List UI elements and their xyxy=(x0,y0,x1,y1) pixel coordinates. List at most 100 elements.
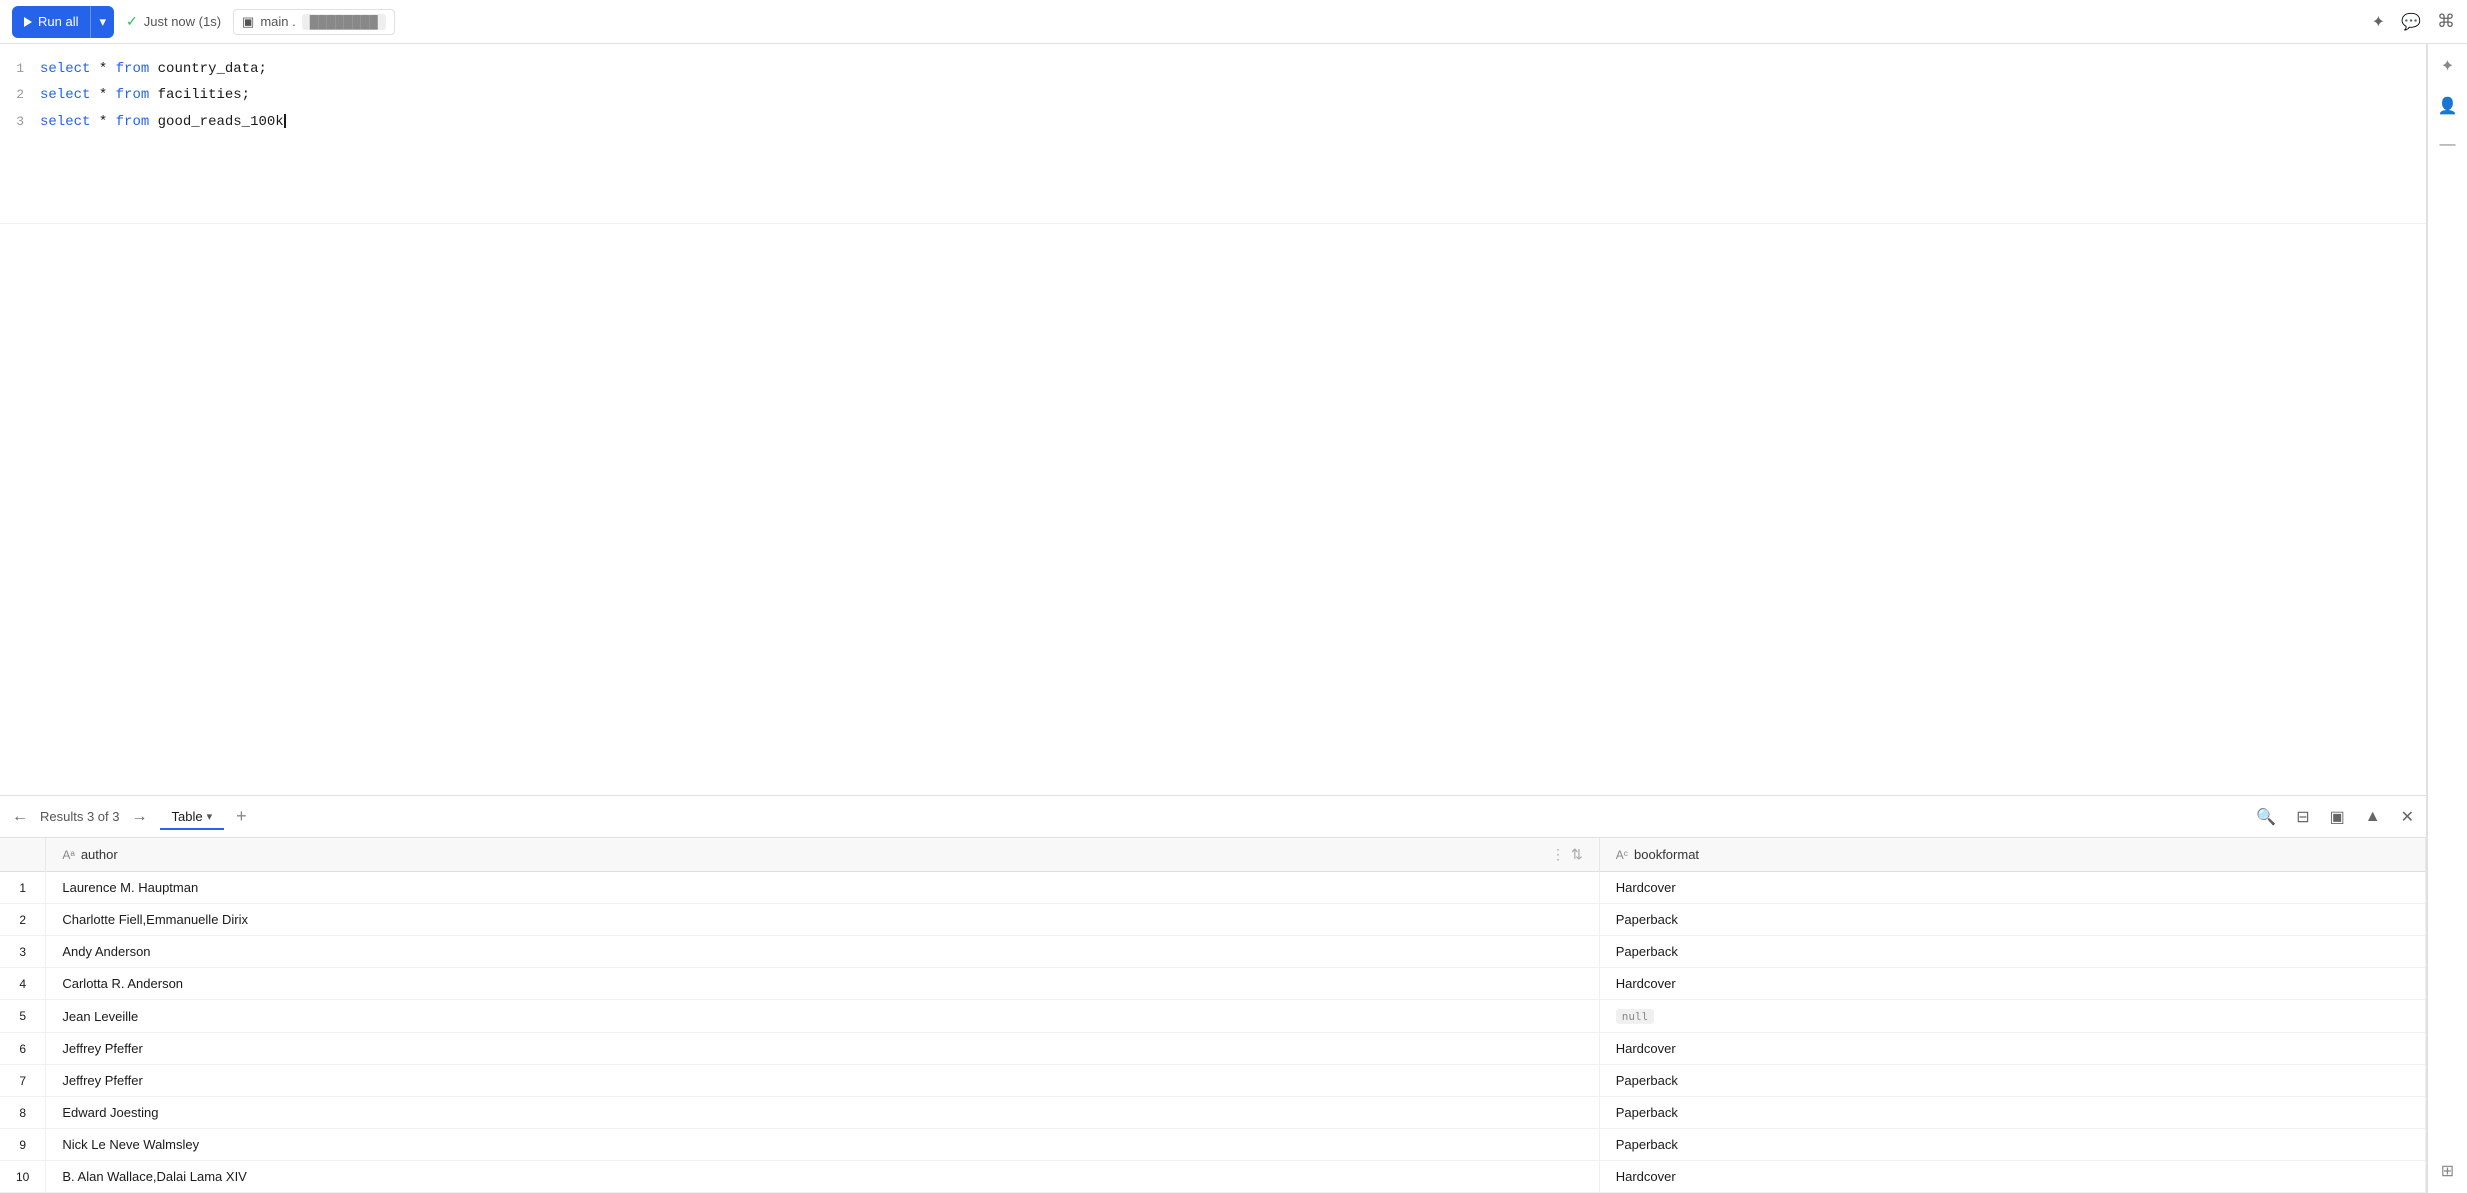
bookformat-cell: Hardcover xyxy=(1599,872,2425,904)
minus-sidebar-icon[interactable]: — xyxy=(2440,136,2456,154)
author-cell: Laurence M. Hauptman xyxy=(46,872,1599,904)
run-all-label: Run all xyxy=(38,14,78,29)
status-label: Just now (1s) xyxy=(144,14,221,29)
toolbar-right: ✦ 💬 ⌘ xyxy=(2372,11,2455,32)
run-all-button[interactable]: Run all ▾ xyxy=(12,6,114,38)
code-line-3: 3 select * from good_reads_100k xyxy=(0,109,2426,135)
close-results-button[interactable]: ✕ xyxy=(2397,803,2418,831)
right-sidebar: ✦ 👤 — ⊞ xyxy=(2427,44,2467,1193)
table-row: 9Nick Le Neve WalmsleyPaperback xyxy=(0,1129,2426,1161)
bookformat-cell: Paperback xyxy=(1599,1129,2425,1161)
bookformat-column-header[interactable]: Aᶜ bookformat xyxy=(1599,838,2425,872)
author-cell: Edward Joesting xyxy=(46,1097,1599,1129)
row-number: 6 xyxy=(0,1033,46,1065)
table-row: 5Jean Leveille null xyxy=(0,1000,2426,1033)
bookformat-cell: Paperback xyxy=(1599,936,2425,968)
bookformat-cell: Paperback xyxy=(1599,1097,2425,1129)
check-icon: ✓ xyxy=(126,13,138,30)
line-number-1: 1 xyxy=(0,59,40,80)
table-row: 3Andy AndersonPaperback xyxy=(0,936,2426,968)
results-next-button[interactable]: → xyxy=(128,804,152,830)
main-container: 1 select * from country_data; 2 select *… xyxy=(0,44,2467,1193)
row-number: 2 xyxy=(0,904,46,936)
null-badge: null xyxy=(1616,1009,1655,1024)
data-table-container[interactable]: Aᵃ author ⋮ ⇅ Aᶜ bookformat xyxy=(0,838,2426,1193)
table-body: 1Laurence M. HauptmanHardcover2Charlotte… xyxy=(0,872,2426,1193)
table-row: 6Jeffrey PfefferHardcover xyxy=(0,1033,2426,1065)
code-line-2: 2 select * from facilities; xyxy=(0,82,2426,108)
author-cell: Charlotte Fiell,Emmanuelle Dirix xyxy=(46,904,1599,936)
bookformat-cell: Hardcover xyxy=(1599,1033,2425,1065)
filter-button[interactable]: ⊟ xyxy=(2292,803,2313,831)
author-type-icon: Aᵃ xyxy=(62,848,74,862)
table-tab-dropdown[interactable]: ▾ xyxy=(207,810,213,823)
row-number: 3 xyxy=(0,936,46,968)
data-table: Aᵃ author ⋮ ⇅ Aᶜ bookformat xyxy=(0,838,2426,1193)
run-all-main[interactable]: Run all xyxy=(12,6,91,38)
author-sort-icon[interactable]: ⇅ xyxy=(1571,846,1583,863)
bookformat-cell: Paperback xyxy=(1599,1065,2425,1097)
search-button[interactable]: 🔍 xyxy=(2252,803,2280,831)
results-prev-button[interactable]: ← xyxy=(8,804,32,830)
run-status: ✓ Just now (1s) xyxy=(126,13,221,30)
row-number: 5 xyxy=(0,1000,46,1033)
run-all-caret[interactable]: ▾ xyxy=(91,6,114,38)
line-number-3: 3 xyxy=(0,112,40,133)
run-icon xyxy=(24,17,32,27)
table-row: 8Edward JoestingPaperback xyxy=(0,1097,2426,1129)
add-tab-button[interactable]: + xyxy=(232,806,251,827)
results-tabbar-right: 🔍 ⊟ ▣ ▲ ✕ xyxy=(2252,803,2418,831)
author-cell: Jeffrey Pfeffer xyxy=(46,1033,1599,1065)
author-cell: Jean Leveille xyxy=(46,1000,1599,1033)
author-menu-icon[interactable]: ⋮ xyxy=(1551,846,1565,863)
profile-sidebar-icon[interactable]: 👤 xyxy=(2438,96,2458,116)
grid-sidebar-icon[interactable]: ⊞ xyxy=(2441,1161,2454,1181)
author-cell: Andy Anderson xyxy=(46,936,1599,968)
db-label: main . xyxy=(260,14,295,29)
row-num-header xyxy=(0,838,46,872)
author-cell: Nick Le Neve Walmsley xyxy=(46,1129,1599,1161)
table-row: 1Laurence M. HauptmanHardcover xyxy=(0,872,2426,904)
toolbar: Run all ▾ ✓ Just now (1s) ▣ main . █████… xyxy=(0,0,2467,44)
row-number: 8 xyxy=(0,1097,46,1129)
sparkle-sidebar-icon[interactable]: ✦ xyxy=(2441,56,2454,76)
code-editor[interactable]: 1 select * from country_data; 2 select *… xyxy=(0,44,2426,224)
bookformat-cell: Hardcover xyxy=(1599,968,2425,1000)
bookformat-col-label: bookformat xyxy=(1634,847,1699,862)
code-content-2: select * from facilities; xyxy=(40,84,2426,106)
collapse-button[interactable]: ▲ xyxy=(2361,804,2385,830)
chat-icon[interactable]: 💬 xyxy=(2401,12,2421,32)
row-number: 7 xyxy=(0,1065,46,1097)
bookformat-type-icon: Aᶜ xyxy=(1616,848,1628,862)
row-number: 10 xyxy=(0,1161,46,1193)
command-icon[interactable]: ⌘ xyxy=(2437,11,2455,32)
row-number: 4 xyxy=(0,968,46,1000)
results-label: Results 3 of 3 xyxy=(40,809,120,824)
layout-button[interactable]: ▣ xyxy=(2326,803,2349,831)
bookformat-cell: null xyxy=(1599,1000,2425,1033)
results-panel: ← Results 3 of 3 → Table ▾ + 🔍 ⊟ ▣ ▲ ✕ xyxy=(0,795,2426,1193)
row-number: 1 xyxy=(0,872,46,904)
db-indicator[interactable]: ▣ main . ████████ xyxy=(233,9,395,35)
table-row: 10B. Alan Wallace,Dalai Lama XIVHardcove… xyxy=(0,1161,2426,1193)
editor-area: 1 select * from country_data; 2 select *… xyxy=(0,44,2427,1193)
author-cell: B. Alan Wallace,Dalai Lama XIV xyxy=(46,1161,1599,1193)
bookformat-cell: Hardcover xyxy=(1599,1161,2425,1193)
author-col-label: author xyxy=(81,847,118,862)
table-tab-label: Table xyxy=(172,809,203,824)
db-name: ████████ xyxy=(302,14,386,30)
code-content-1: select * from country_data; xyxy=(40,58,2426,80)
code-line-1: 1 select * from country_data; xyxy=(0,56,2426,82)
sparkle-icon[interactable]: ✦ xyxy=(2372,12,2385,32)
author-cell: Carlotta R. Anderson xyxy=(46,968,1599,1000)
code-content-3: select * from good_reads_100k xyxy=(40,111,2426,133)
table-row: 4Carlotta R. AndersonHardcover xyxy=(0,968,2426,1000)
db-file-icon: ▣ xyxy=(242,14,254,30)
bookformat-cell: Paperback xyxy=(1599,904,2425,936)
author-cell: Jeffrey Pfeffer xyxy=(46,1065,1599,1097)
row-number: 9 xyxy=(0,1129,46,1161)
table-header: Aᵃ author ⋮ ⇅ Aᶜ bookformat xyxy=(0,838,2426,872)
author-column-header[interactable]: Aᵃ author ⋮ ⇅ xyxy=(46,838,1599,872)
table-tab[interactable]: Table ▾ xyxy=(160,805,225,830)
table-row: 2Charlotte Fiell,Emmanuelle DirixPaperba… xyxy=(0,904,2426,936)
